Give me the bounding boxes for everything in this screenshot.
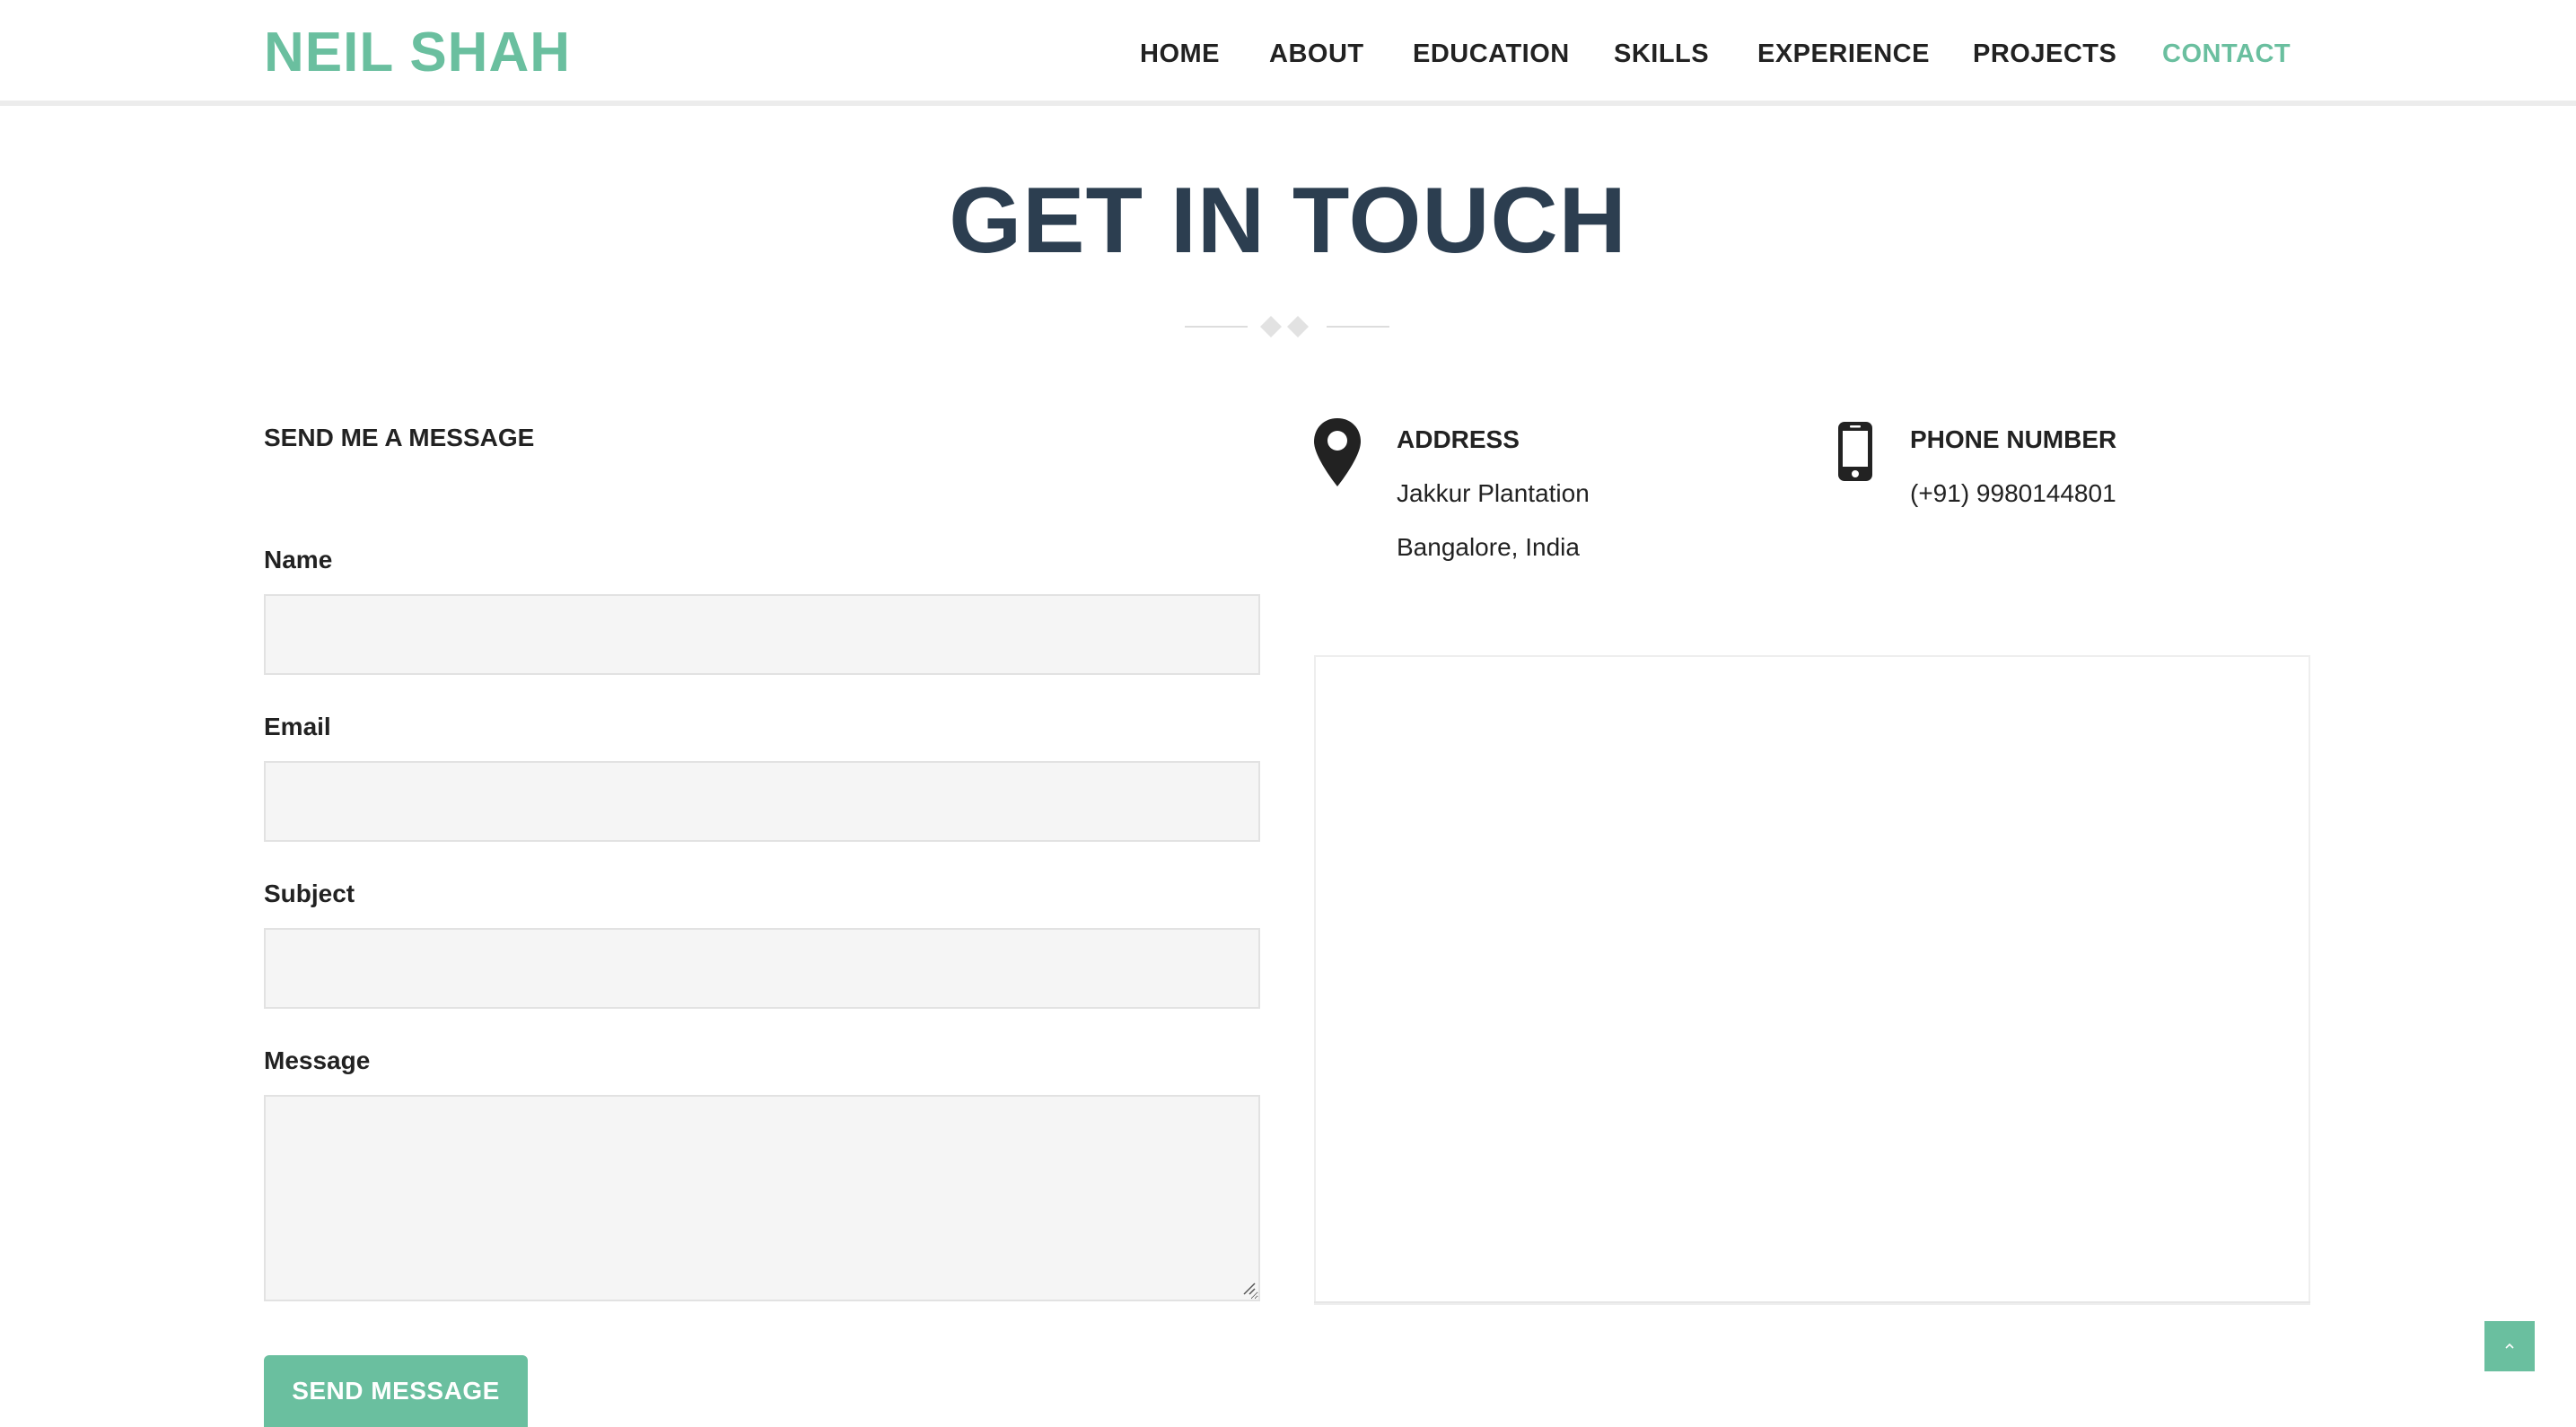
name-label: Name	[264, 546, 333, 573]
email-field[interactable]	[264, 761, 1260, 842]
send-message-button[interactable]: SEND MESSAGE	[264, 1355, 528, 1427]
top-navbar: NEIL SHAH HOME ABOUT EDUCATION SKILLS EX…	[0, 0, 2576, 106]
message-field[interactable]	[264, 1095, 1260, 1301]
mobile-phone-icon	[1838, 422, 1872, 481]
nav-item-skills[interactable]: SKILLS	[1614, 34, 1709, 74]
subject-field[interactable]	[264, 928, 1260, 1009]
nav-item-contact[interactable]: CONTACT	[2162, 34, 2291, 74]
subject-label: Subject	[264, 880, 355, 907]
name-field[interactable]	[264, 594, 1260, 675]
address-title: ADDRESS	[1397, 425, 1520, 453]
message-label: Message	[264, 1046, 371, 1074]
address-line-1: Jakkur Plantation	[1397, 479, 1590, 507]
map-divider	[1314, 1300, 2310, 1303]
email-label: Email	[264, 713, 331, 740]
map-embed[interactable]	[1314, 655, 2310, 1305]
phone-number[interactable]: (+91) 9980144801	[1910, 477, 2116, 510]
nav-item-projects[interactable]: PROJECTS	[1973, 34, 2116, 74]
page-title: GET IN TOUCH	[949, 169, 1627, 273]
nav-item-education[interactable]: EDUCATION	[1413, 34, 1570, 74]
title-divider	[1185, 316, 1389, 337]
resize-handle-icon[interactable]	[1242, 1282, 1257, 1296]
nav-item-about[interactable]: ABOUT	[1269, 34, 1364, 74]
back-to-top-button[interactable]	[2484, 1321, 2535, 1371]
chevron-up-icon	[2505, 1343, 2514, 1349]
phone-title: PHONE NUMBER	[1910, 425, 2117, 453]
nav-item-home[interactable]: HOME	[1140, 34, 1220, 74]
brand-logo[interactable]: NEIL SHAH	[264, 20, 571, 86]
nav-item-experience[interactable]: EXPERIENCE	[1757, 34, 1930, 74]
map-marker-icon	[1314, 418, 1361, 486]
address-line-2: Bangalore, India	[1397, 533, 1580, 561]
form-heading: SEND ME A MESSAGE	[264, 424, 535, 451]
